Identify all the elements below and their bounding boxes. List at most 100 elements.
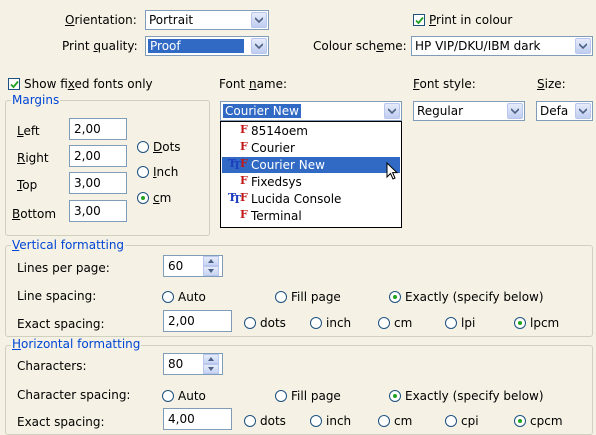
- char-spacing-unit-cm-label: cm: [394, 414, 413, 428]
- exact-line-spacing-label: Exact spacing:: [17, 317, 105, 331]
- chevron-down-icon[interactable]: [251, 12, 267, 28]
- line-spacing-unit-cm-label: cm: [394, 316, 413, 330]
- chevron-down-icon[interactable]: [575, 103, 591, 119]
- char-spacing-unit-cpi-radio[interactable]: [445, 415, 457, 427]
- chevron-down-icon[interactable]: [251, 38, 267, 54]
- show-fixed-fonts-checkbox[interactable]: [8, 78, 20, 90]
- size-select[interactable]: Defa: [536, 101, 593, 121]
- lines-per-page-value: 60: [168, 259, 184, 273]
- margin-unit-dots-radio[interactable]: [137, 141, 149, 153]
- char-spacing-unit-cpcm-label: cpcm: [530, 414, 563, 428]
- top-margin-input[interactable]: 3,00: [69, 172, 127, 194]
- line-spacing-auto-label: Auto: [178, 290, 206, 304]
- exact-char-spacing-input[interactable]: 4,00: [163, 408, 232, 430]
- char-spacing-auto-label: Auto: [178, 389, 206, 403]
- bottom-margin-input[interactable]: 3,00: [69, 200, 127, 222]
- margins-title: Margins: [11, 93, 61, 107]
- spin-down-icon[interactable]: [203, 266, 219, 276]
- line-spacing-unit-cm-radio[interactable]: [378, 317, 390, 329]
- line-spacing-unit-lpcm-radio[interactable]: [514, 317, 526, 329]
- font-name-dropdown-list[interactable]: F 8514oem F Courier T T F Courier New F Fixedsys T…: [220, 121, 402, 228]
- font-list-item-label: Courier New: [251, 158, 325, 172]
- line-spacing-unit-inch-radio[interactable]: [310, 317, 322, 329]
- print-quality-select[interactable]: Proof: [145, 36, 269, 56]
- spin-up-icon[interactable]: [203, 256, 219, 266]
- orientation-select[interactable]: Portrait: [145, 10, 269, 30]
- truetype-font-icon: TTF: [228, 191, 248, 206]
- orientation-label: Orientation:: [65, 13, 137, 27]
- left-margin-label: Left: [17, 124, 40, 138]
- line-spacing-unit-lpi-label: lpi: [461, 316, 476, 330]
- margin-unit-dots-label: Dots: [153, 140, 181, 154]
- font-list-item[interactable]: F Courier: [222, 140, 400, 156]
- char-spacing-unit-inch-label: inch: [326, 414, 352, 428]
- font-list-item-label: Terminal: [251, 209, 302, 223]
- line-spacing-unit-dots-radio[interactable]: [244, 317, 256, 329]
- vertical-formatting-title: Vertical formatting: [11, 238, 126, 252]
- font-list-item-label: 8514oem: [251, 124, 308, 138]
- line-spacing-fill-label: Fill page: [291, 290, 341, 304]
- char-spacing-unit-dots-radio[interactable]: [244, 415, 256, 427]
- right-margin-label: Right: [17, 151, 49, 165]
- line-spacing-auto-radio[interactable]: [162, 291, 174, 303]
- lines-per-page-spinner[interactable]: [203, 256, 219, 276]
- margin-unit-cm-radio[interactable]: [137, 192, 149, 204]
- line-spacing-exact-label: Exactly (specify below): [405, 290, 544, 304]
- chevron-down-icon[interactable]: [507, 103, 523, 119]
- margin-unit-inch-radio[interactable]: [137, 166, 149, 178]
- line-spacing-unit-lpi-radio[interactable]: [445, 317, 457, 329]
- line-spacing-unit-lpcm-label: lpcm: [530, 316, 560, 330]
- print-quality-label: Print quality:: [62, 39, 138, 53]
- horizontal-formatting-title: Horizontal formatting: [11, 337, 142, 351]
- font-list-item-label: Courier: [251, 141, 295, 155]
- printer-font-icon: F: [240, 123, 248, 136]
- size-label: Size:: [537, 77, 566, 91]
- font-list-item[interactable]: F Terminal: [222, 208, 400, 224]
- size-value: Defa: [540, 104, 569, 118]
- font-list-item[interactable]: T T F Lucida Console: [222, 191, 400, 207]
- char-spacing-unit-cpcm-radio[interactable]: [514, 415, 526, 427]
- print-quality-value: Proof: [148, 39, 244, 53]
- line-spacing-fill-radio[interactable]: [275, 291, 287, 303]
- print-in-colour-checkbox[interactable]: [413, 14, 425, 26]
- mouse-pointer-icon: [386, 162, 399, 180]
- line-spacing-unit-inch-label: inch: [326, 316, 352, 330]
- printer-font-icon: F: [240, 174, 248, 187]
- truetype-font-icon: TTF: [228, 157, 248, 172]
- characters-value: 80: [168, 357, 184, 371]
- char-spacing-unit-cpi-label: cpi: [461, 414, 479, 428]
- font-style-value: Regular: [417, 104, 464, 118]
- character-spacing-label: Character spacing:: [17, 388, 131, 402]
- font-list-item-label: Fixedsys: [251, 175, 302, 189]
- char-spacing-auto-radio[interactable]: [162, 390, 174, 402]
- char-spacing-exact-radio[interactable]: [389, 390, 401, 402]
- font-style-select[interactable]: Regular: [413, 101, 525, 121]
- line-spacing-label: Line spacing:: [17, 289, 97, 303]
- orientation-value: Portrait: [149, 13, 194, 27]
- colour-scheme-value: HP VIP/DKU/IBM dark: [415, 39, 541, 53]
- colour-scheme-label: Colour scheme:: [313, 39, 407, 53]
- characters-spinner[interactable]: [203, 354, 219, 374]
- colour-scheme-select[interactable]: HP VIP/DKU/IBM dark: [411, 36, 593, 56]
- right-margin-input[interactable]: 2,00: [69, 145, 127, 167]
- spin-down-icon[interactable]: [203, 364, 219, 374]
- characters-label: Characters:: [17, 359, 87, 373]
- char-spacing-fill-radio[interactable]: [275, 390, 287, 402]
- lines-per-page-label: Lines per page:: [17, 261, 110, 275]
- char-spacing-unit-cm-radio[interactable]: [378, 415, 390, 427]
- font-name-label: Font name:: [219, 77, 288, 91]
- font-style-label: Font style:: [413, 77, 476, 91]
- char-spacing-unit-inch-radio[interactable]: [310, 415, 322, 427]
- left-margin-input[interactable]: 2,00: [69, 118, 127, 140]
- char-spacing-unit-dots-label: dots: [260, 414, 286, 428]
- line-spacing-exact-radio[interactable]: [389, 291, 401, 303]
- chevron-down-icon[interactable]: [575, 38, 591, 54]
- font-list-item[interactable]: F Fixedsys: [222, 174, 400, 190]
- exact-line-spacing-input[interactable]: 2,00: [163, 310, 232, 332]
- font-list-item[interactable]: T T F Courier New: [222, 157, 400, 173]
- font-list-item[interactable]: F 8514oem: [222, 123, 400, 139]
- chevron-down-icon[interactable]: [384, 103, 400, 119]
- spin-up-icon[interactable]: [203, 354, 219, 364]
- char-spacing-fill-label: Fill page: [291, 389, 341, 403]
- font-name-select[interactable]: Courier New: [220, 101, 402, 121]
